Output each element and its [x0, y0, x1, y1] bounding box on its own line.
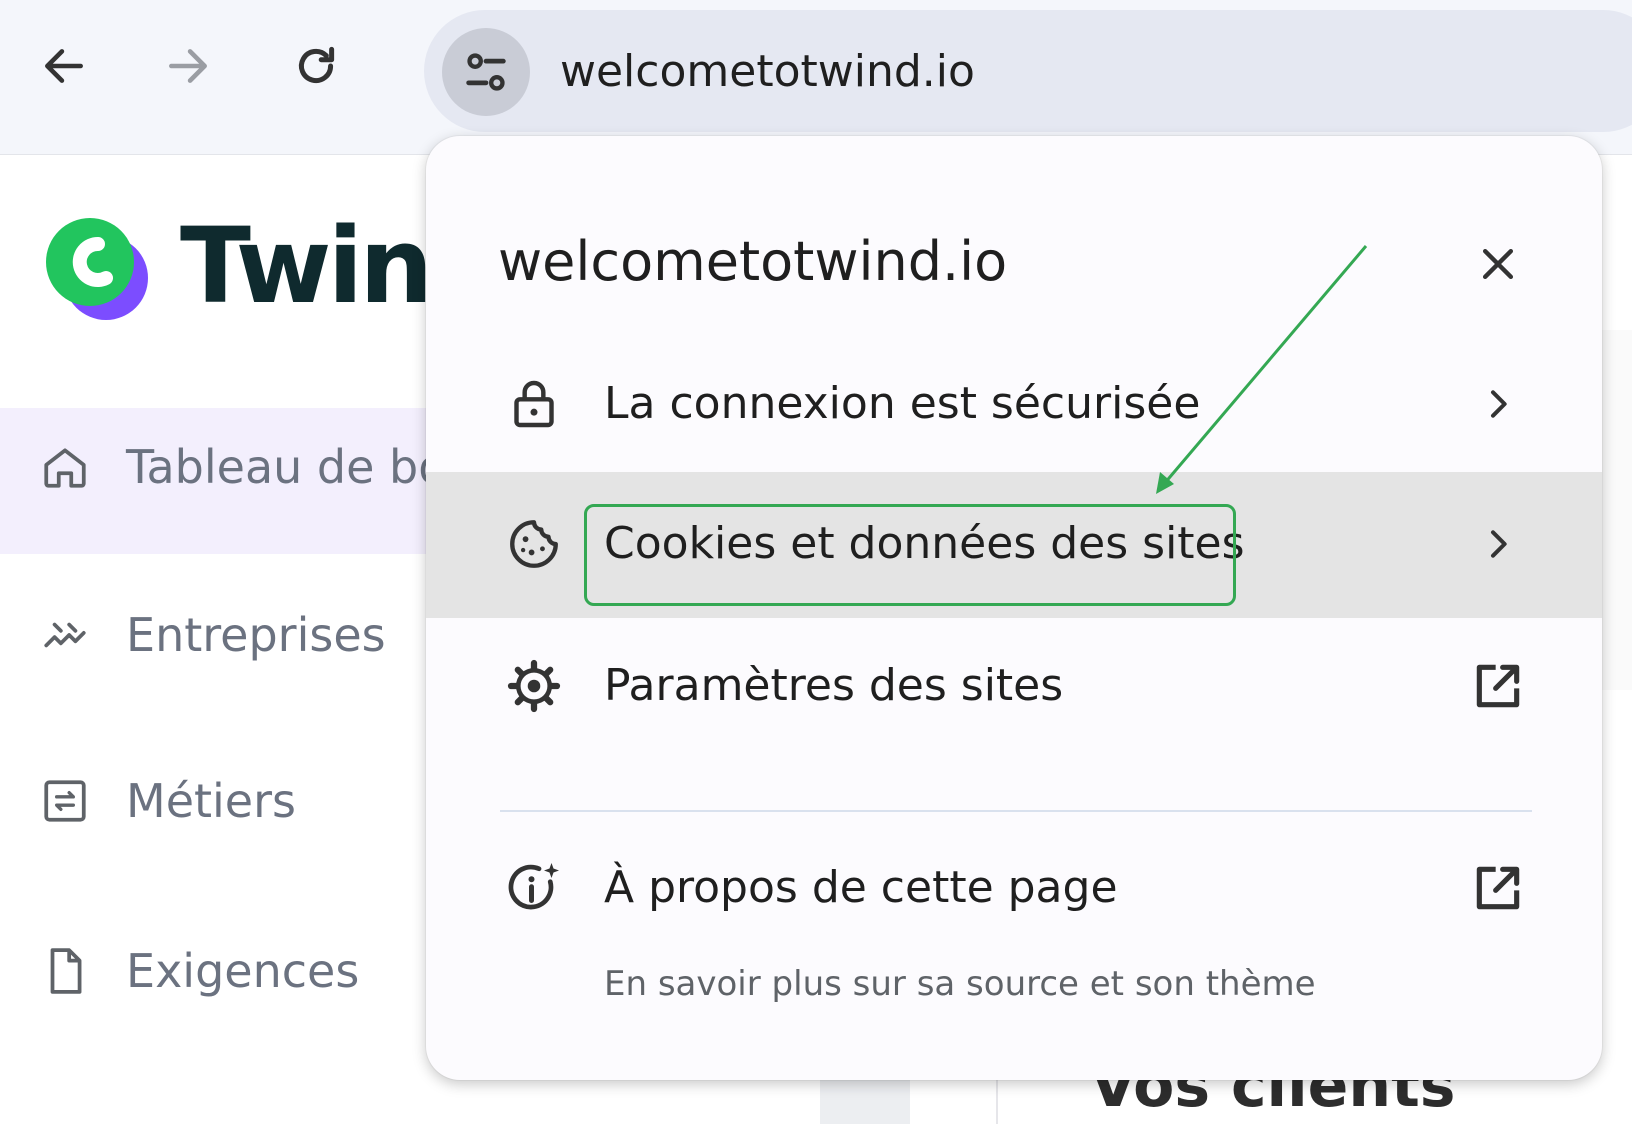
annotation-highlight-box [584, 504, 1236, 606]
reload-button[interactable] [284, 34, 348, 98]
open-external-icon [1476, 664, 1520, 708]
arrow-right-icon [169, 49, 207, 83]
lock-icon-wrap [502, 372, 566, 436]
twind-logo-icon [46, 218, 148, 320]
sidebar-item-entreprises[interactable]: Entreprises [40, 608, 386, 662]
back-button[interactable] [32, 34, 96, 98]
row-chevron [1466, 512, 1530, 576]
arrow-left-icon [45, 49, 83, 83]
site-settings-row[interactable]: Paramètres des sites [426, 614, 1602, 760]
row-label: À propos de cette page [604, 862, 1118, 913]
sidebar-item-label: Entreprises [126, 608, 386, 662]
sidebar-item-label: Métiers [126, 774, 296, 828]
open-external-icon [1476, 866, 1520, 910]
sidebar-item-label: Exigences [126, 944, 360, 998]
close-button[interactable] [1466, 232, 1530, 296]
connection-security-row[interactable]: La connexion est sécurisée [426, 332, 1602, 478]
row-sublabel: En savoir plus sur sa source et son thèm… [604, 964, 1316, 1004]
sidebar-item-exigences[interactable]: Exigences [40, 944, 359, 998]
twind-logo [40, 216, 160, 328]
gear-icon-wrap [502, 654, 566, 718]
swap-box-icon [44, 780, 86, 822]
close-icon [1482, 248, 1514, 280]
row-chevron [1466, 372, 1530, 436]
chevron-right-icon [1491, 530, 1507, 558]
content-panel-edge [1600, 330, 1632, 690]
document-icon [50, 948, 82, 994]
info-sparkle-icon [508, 863, 559, 910]
site-info-popup: welcometotwind.io La connexion est sécur… [426, 136, 1602, 1080]
cookie-icon-wrap [502, 512, 566, 576]
info-icon-wrap [502, 856, 566, 920]
gear-icon [507, 659, 561, 713]
sidebar-item-metiers[interactable]: Métiers [40, 774, 296, 828]
popup-divider [500, 810, 1532, 812]
home-icon [44, 448, 86, 488]
address-bar-url[interactable]: welcometotwind.io [560, 44, 975, 100]
site-info-button[interactable] [442, 28, 530, 116]
tune-icon [466, 53, 506, 91]
lock-icon [514, 380, 554, 428]
chevron-right-icon [1491, 390, 1507, 418]
row-label: Paramètres des sites [604, 660, 1064, 711]
content-scroll-strip [820, 1076, 910, 1124]
row-label: La connexion est sécurisée [604, 378, 1201, 429]
popup-title: welcometotwind.io [498, 230, 1008, 293]
browser-toolbar: welcometotwind.io [0, 0, 1632, 155]
forward-button[interactable] [156, 34, 220, 98]
cookie-icon [510, 520, 558, 568]
row-external-link [1466, 654, 1530, 718]
reload-icon [298, 46, 335, 84]
row-external-link [1466, 856, 1530, 920]
handshake-icon [44, 622, 86, 648]
